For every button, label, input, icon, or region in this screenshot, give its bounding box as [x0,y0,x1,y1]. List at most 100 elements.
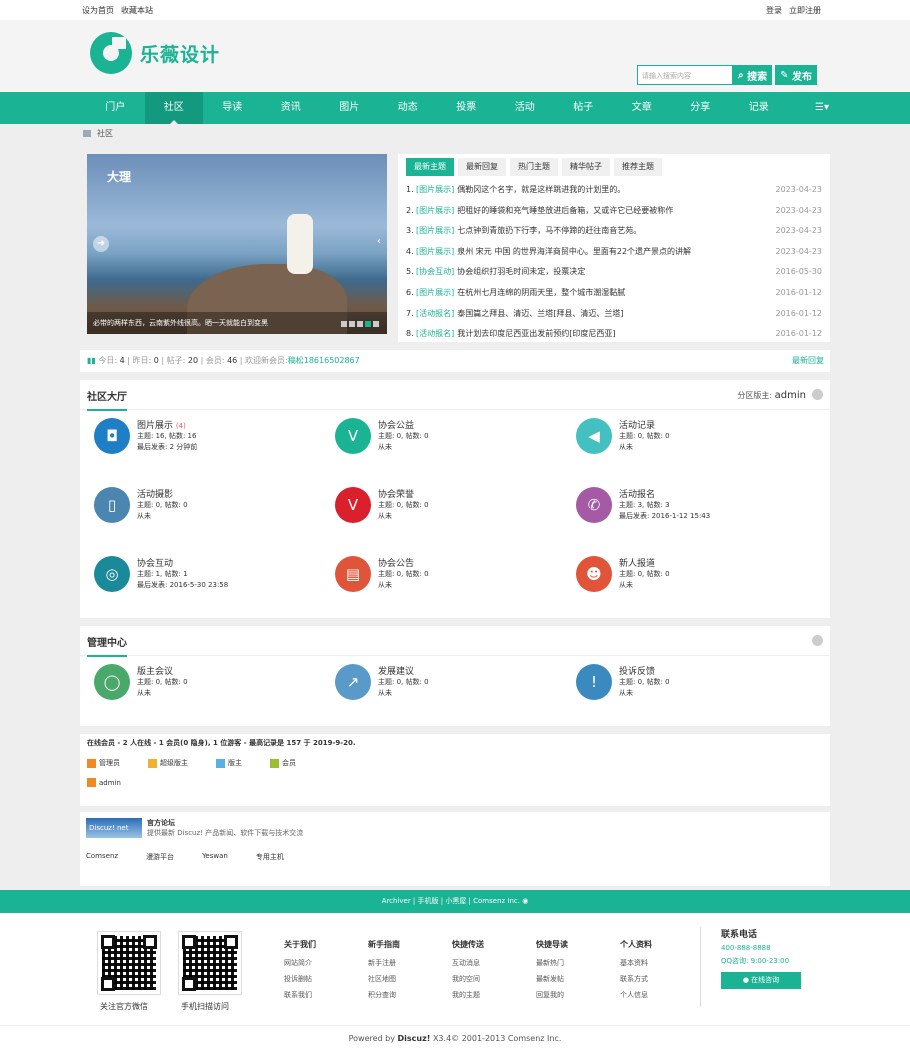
image-slider[interactable]: 大理 ➜ ‹ 必带的两样东西，云南紫外线很高。晒一天就能白到变黑 [87,154,387,334]
forum-name[interactable]: 协会互动 [137,559,173,569]
thread-category[interactable]: [活动报名] [416,309,454,318]
latest-reply-link[interactable]: 最新回复 [792,350,824,372]
nav-item[interactable]: 投票 [437,92,496,124]
thread-category[interactable]: [图片展示] [416,247,454,256]
bookmark-link[interactable]: 收藏本站 [121,6,153,15]
footer-link[interactable]: 最新发帖 [536,974,568,984]
thread-tab[interactable]: 推荐主题 [614,158,662,176]
footer-link[interactable]: 联系方式 [620,974,652,984]
footer-link[interactable]: 我的空间 [452,974,484,984]
forum-item[interactable]: ◀活动记录主题: 0, 帖数: 0从未 [576,418,806,470]
nav-item[interactable]: 门户 [86,92,145,124]
thread-tab[interactable]: 最新主题 [406,158,454,176]
forum-name[interactable]: 协会公告 [378,559,414,569]
list-icon[interactable]: ☰▾ [815,92,829,124]
thread-title[interactable]: 泉州 宋元 中国 的世界海洋商贸中心。里面有22个遗产景点的讲解 [457,247,691,256]
footer-link[interactable]: 个人信息 [620,990,652,1000]
forum-name[interactable]: 投诉反馈 [619,667,655,677]
thread-title[interactable]: 协会组织打羽毛时间未定，投票决定 [457,267,585,276]
thread-title[interactable]: 七点钟到青旅扔下行李，马不停蹄的赶往南音艺苑。 [457,226,641,235]
forum-name[interactable]: 新人报道 [619,559,655,569]
friend-link[interactable]: Yeswan [202,852,228,862]
official-forum-link[interactable]: Discuz! net 官方论坛提供最新 Discuz! 产品新闻、软件下载与技… [86,818,824,838]
forum-item[interactable]: ✆活动报名主题: 3, 帖数: 3最后发表: 2016-1-12 15:43 [576,487,806,539]
thread-title[interactable]: 偶勒冈这个名字，就是这样跳进我的计划里的。 [457,185,625,194]
collapse-icon[interactable] [812,389,823,400]
nav-item[interactable]: 分享 [671,92,730,124]
friend-link[interactable]: 漫游平台 [146,852,174,862]
forum-item[interactable]: ◎协会互动主题: 1, 帖数: 1最后发表: 2016-5-30 23:58 [94,556,324,608]
nav-item[interactable]: 社区 [145,92,204,124]
newest-member-link[interactable]: 稿松18616502867 [288,356,360,365]
forum-item[interactable]: ◘图片展示 (4)主题: 16, 帖数: 16最后发表: 2 分钟前 [94,418,324,470]
footer-link[interactable]: 我的主题 [452,990,484,1000]
thread-row[interactable]: 8.[活动报名]我计划去印度尼西亚出发前预约[印度尼西亚]2016-01-12 [406,324,822,345]
nav-item[interactable]: 活动 [496,92,555,124]
forum-name[interactable]: 活动记录 [619,421,655,431]
forum-name[interactable]: 发展建议 [378,667,414,677]
slide-dot[interactable] [341,321,347,327]
login-link[interactable]: 登录 [766,6,782,15]
forum-name[interactable]: 协会公益 [378,421,414,431]
thread-row[interactable]: 2.[图片展示]把租好的睡袋和充气睡垫放进后备箱，又或许它已经要被称作2023-… [406,201,822,222]
footer-link[interactable]: 基本资料 [620,958,652,968]
forum-name[interactable]: 版主会议 [137,667,173,677]
powered-brand[interactable]: Discuz! [398,1034,431,1043]
forum-name[interactable]: 图片展示 [137,421,173,431]
forum-item[interactable]: ▤协会公告主题: 0, 帖数: 0从未 [335,556,565,608]
search-input[interactable]: 请输入搜索内容 [637,65,733,85]
arrow-left-icon[interactable]: ➜ [93,236,109,252]
set-home-link[interactable]: 设为首页 [82,6,114,15]
friend-link[interactable]: Comsenz [86,852,118,862]
forum-item[interactable]: ☻新人报道主题: 0, 帖数: 0从未 [576,556,806,608]
thread-title[interactable]: 我计划去印度尼西亚出发前预约[印度尼西亚] [457,329,615,338]
online-user[interactable]: admin [87,778,135,787]
footer-link[interactable]: 回复我的 [536,990,568,1000]
thread-category[interactable]: [图片展示] [416,288,454,297]
thread-category[interactable]: [图片展示] [416,206,454,215]
thread-title[interactable]: 把租好的睡袋和充气睡垫放进后备箱，又或许它已经要被称作 [457,206,673,215]
thread-row[interactable]: 1.[图片展示]偶勒冈这个名字，就是这样跳进我的计划里的。2023-04-23 [406,180,822,201]
thread-row[interactable]: 4.[图片展示]泉州 宋元 中国 的世界海洋商贸中心。里面有22个遗产景点的讲解… [406,242,822,263]
slide-dot[interactable] [365,321,371,327]
home-icon[interactable] [83,130,91,137]
nav-item[interactable]: 文章 [613,92,672,124]
site-logo[interactable]: 乐薇设计 [90,32,220,74]
forum-item[interactable]: !投诉反馈主题: 0, 帖数: 0从未 [576,664,806,716]
thread-title[interactable]: 泰国篇之拜县、清迈、兰塔[拜县、清迈、兰塔] [457,309,623,318]
thread-tab[interactable]: 最新回复 [458,158,506,176]
breadcrumb-current[interactable]: 社区 [97,129,113,138]
nav-item[interactable]: 帖子 [554,92,613,124]
forum-name[interactable]: 活动摄影 [137,490,173,500]
footer-link[interactable]: 投诉删帖 [284,974,316,984]
footer-link[interactable]: 社区地图 [368,974,400,984]
friend-link[interactable]: 专用主机 [256,852,284,862]
nav-item[interactable]: 记录 [730,92,789,124]
thread-category[interactable]: [图片展示] [416,226,454,235]
slide-dot[interactable] [349,321,355,327]
forum-item[interactable]: ◯版主会议主题: 0, 帖数: 0从未 [94,664,324,716]
nav-item[interactable]: 资讯 [262,92,321,124]
post-button[interactable]: ✎ 发布 [775,65,817,85]
thread-tab[interactable]: 热门主题 [510,158,558,176]
thread-tab[interactable]: 精华帖子 [562,158,610,176]
thread-title[interactable]: 在杭州七月连绵的阴雨天里，整个城市潮湿黏腻 [457,288,625,297]
footer-link[interactable]: 互动消息 [452,958,484,968]
forum-item[interactable]: V协会公益主题: 0, 帖数: 0从未 [335,418,565,470]
nav-item[interactable]: 导读 [203,92,262,124]
footer-link[interactable]: 积分查询 [368,990,400,1000]
footer-link[interactable]: 新手注册 [368,958,400,968]
forum-item[interactable]: ↗发展建议主题: 0, 帖数: 0从未 [335,664,565,716]
online-consult-button[interactable]: ● 在线咨询 [721,972,801,989]
footer-links[interactable]: Archiver | 手机版 | 小黑屋 | Comsenz Inc. [382,897,520,905]
thread-category[interactable]: [协会互动] [416,267,454,276]
thread-row[interactable]: 3.[图片展示]七点钟到青旅扔下行李，马不停蹄的赶往南音艺苑。2023-04-2… [406,221,822,242]
search-button[interactable]: ⌕ 搜索 [733,65,772,85]
thread-row[interactable]: 6.[图片展示]在杭州七月连绵的阴雨天里，整个城市潮湿黏腻2016-01-12 [406,283,822,304]
slide-dot[interactable] [357,321,363,327]
thread-category[interactable]: [活动报名] [416,329,454,338]
footer-link[interactable]: 联系我们 [284,990,316,1000]
forum-item[interactable]: V协会荣誉主题: 0, 帖数: 0从未 [335,487,565,539]
arrow-right-icon[interactable]: ‹ [377,236,381,247]
nav-item[interactable]: 动态 [379,92,438,124]
